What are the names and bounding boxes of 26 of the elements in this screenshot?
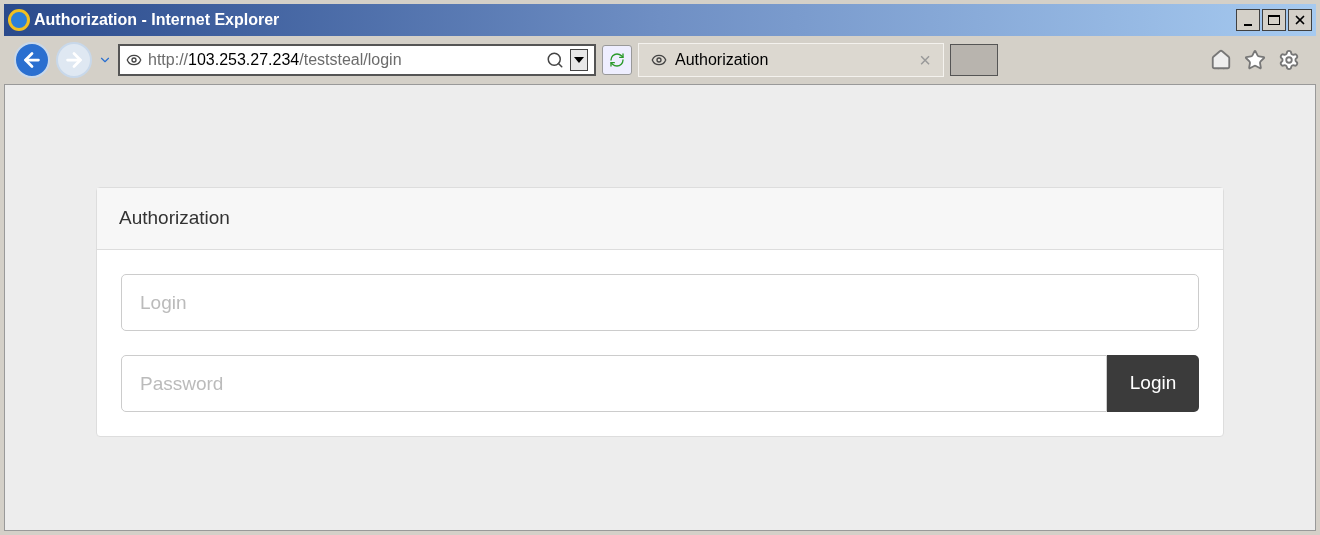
url-text: http://103.253.27.234/teststeal/login — [148, 50, 403, 70]
tab-label: Authorization — [675, 50, 770, 70]
refresh-button[interactable] — [602, 45, 632, 75]
new-tab-button[interactable] — [950, 44, 998, 76]
settings-icon[interactable] — [1278, 49, 1300, 71]
address-field[interactable]: http://103.253.27.234/teststeal/login — [118, 44, 596, 76]
eye-icon — [126, 52, 142, 68]
search-icon[interactable] — [546, 51, 564, 69]
password-field[interactable]: Password — [121, 355, 1107, 412]
card-title: Authorization — [119, 206, 230, 231]
browser-tab[interactable]: Authorization × — [638, 43, 944, 77]
close-icon — [1293, 13, 1307, 27]
back-button[interactable] — [14, 42, 50, 78]
refresh-icon — [609, 52, 625, 68]
login-button[interactable]: Login — [1107, 355, 1199, 412]
home-icon[interactable] — [1210, 49, 1232, 71]
maximize-button[interactable] — [1262, 9, 1286, 31]
browser-logo-icon — [8, 9, 30, 31]
login-field[interactable]: Login — [121, 274, 1199, 331]
dropdown-icon[interactable] — [570, 49, 588, 71]
forward-arrow-icon — [63, 49, 85, 71]
minimize-button[interactable] — [1236, 9, 1260, 31]
favorites-icon[interactable] — [1244, 49, 1266, 71]
eye-icon — [651, 52, 667, 68]
close-button[interactable] — [1288, 9, 1312, 31]
window-title: Authorization - Internet Explorer — [34, 10, 280, 30]
